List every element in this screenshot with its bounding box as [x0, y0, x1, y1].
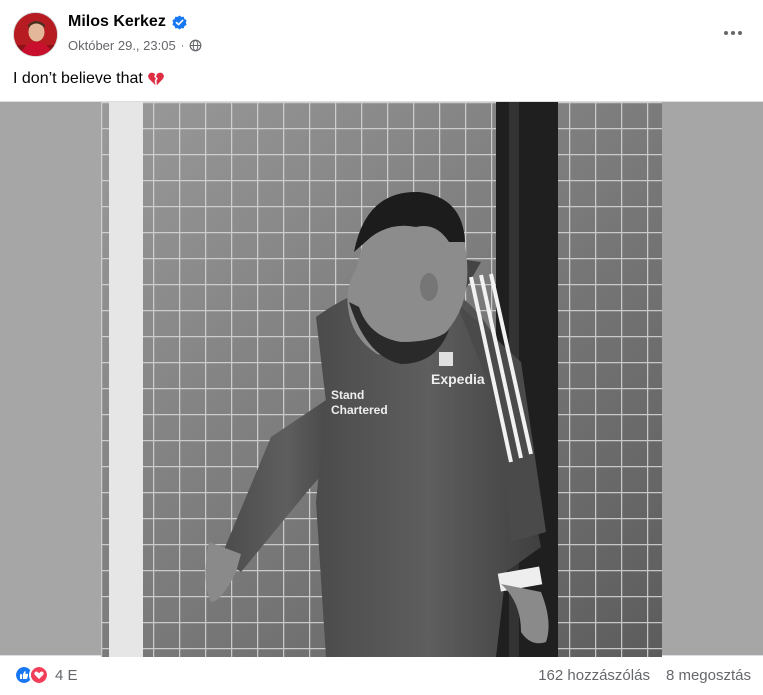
caption-text: I don’t believe that: [13, 70, 143, 87]
post-photo[interactable]: Expedia Stand Chartered: [101, 102, 662, 657]
verified-badge-icon: [172, 14, 187, 30]
author-avatar[interactable]: [13, 12, 58, 57]
reaction-count[interactable]: 4 E: [55, 667, 78, 684]
shirt-text-line2: Chartered: [331, 403, 388, 417]
avatar-image: [14, 13, 57, 56]
post-timestamp[interactable]: Október 29., 23:05: [68, 38, 176, 53]
globe-icon[interactable]: [189, 39, 202, 52]
author-name[interactable]: Milos Kerkez: [68, 13, 166, 31]
shirt-text-line1: Stand: [331, 388, 364, 402]
player-photo: Expedia Stand Chartered: [101, 102, 662, 657]
share-count[interactable]: 8 megosztás: [666, 667, 751, 684]
post-stats: 162 hozzászólás 8 megosztás: [538, 667, 751, 684]
broken-heart-icon: [148, 72, 164, 86]
shirt-sponsor: Expedia: [431, 371, 485, 387]
love-icon: [29, 665, 49, 685]
more-options-button[interactable]: [717, 17, 749, 49]
post-meta: Október 29., 23:05 ·: [68, 38, 202, 53]
more-dots-icon: [724, 31, 742, 35]
post-media[interactable]: Expedia Stand Chartered: [0, 101, 763, 657]
facebook-post: Milos Kerkez Október 29., 23:05 · I don’…: [0, 0, 763, 695]
author-row: Milos Kerkez: [68, 13, 187, 31]
post-header: Milos Kerkez Október 29., 23:05 ·: [0, 0, 763, 64]
reaction-summary[interactable]: 4 E: [14, 665, 78, 685]
post-footer: 4 E 162 hozzászólás 8 megosztás: [0, 657, 763, 695]
comment-count[interactable]: 162 hozzászólás: [538, 667, 650, 684]
meta-separator: ·: [180, 39, 185, 52]
post-caption: I don’t believe that: [13, 70, 165, 88]
